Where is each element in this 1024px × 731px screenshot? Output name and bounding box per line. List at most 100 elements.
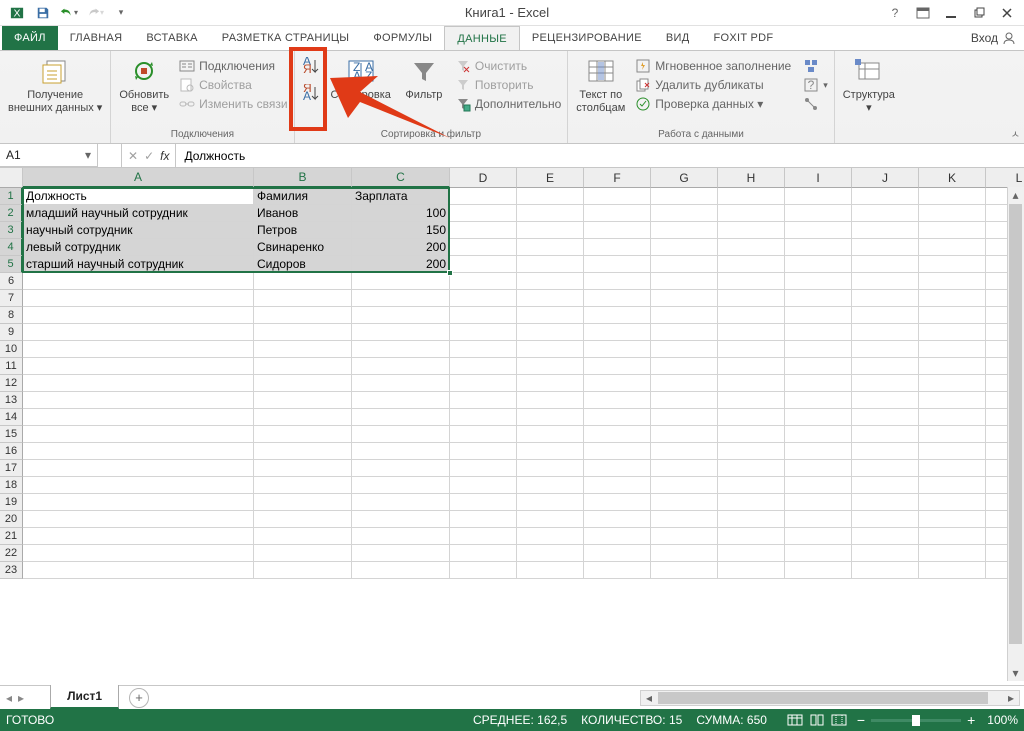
cell[interactable] (517, 290, 584, 307)
row-header-7[interactable]: 7 (0, 290, 23, 307)
ribbon-options-icon[interactable] (910, 3, 936, 23)
scroll-right-icon[interactable]: ▸ (1003, 691, 1019, 705)
cell[interactable] (23, 375, 254, 392)
cell[interactable] (352, 443, 450, 460)
cell[interactable] (852, 273, 919, 290)
cell[interactable] (23, 426, 254, 443)
cell[interactable] (785, 239, 852, 256)
cell[interactable] (852, 205, 919, 222)
tab-formulas[interactable]: ФОРМУЛЫ (361, 26, 444, 50)
get-external-data-button[interactable]: Получение внешних данных ▾ (4, 53, 106, 116)
cell[interactable] (919, 290, 986, 307)
cell[interactable] (254, 358, 352, 375)
cell[interactable] (785, 511, 852, 528)
row-header-4[interactable]: 4 (0, 239, 23, 256)
cell[interactable] (718, 273, 785, 290)
sheet-nav-prev-icon[interactable]: ◂ (4, 691, 14, 705)
cell[interactable] (584, 443, 651, 460)
scroll-up-icon[interactable]: ▴ (1008, 187, 1023, 203)
cell[interactable] (785, 307, 852, 324)
cell[interactable] (517, 409, 584, 426)
undo-icon[interactable]: ▾ (58, 2, 80, 24)
cell[interactable] (584, 290, 651, 307)
cell[interactable] (450, 205, 517, 222)
cell[interactable] (23, 341, 254, 358)
cell[interactable] (517, 477, 584, 494)
cell[interactable] (23, 460, 254, 477)
cells-area[interactable]: ДолжностьФамилияЗарплатамладший научный … (23, 188, 1024, 579)
row-header-6[interactable]: 6 (0, 273, 23, 290)
col-header-J[interactable]: J (852, 168, 919, 188)
cell[interactable] (919, 239, 986, 256)
cell[interactable] (352, 392, 450, 409)
cell[interactable] (584, 375, 651, 392)
cell[interactable]: Петров (254, 222, 352, 239)
cell[interactable] (919, 562, 986, 579)
cell[interactable] (254, 409, 352, 426)
cell[interactable] (852, 426, 919, 443)
cancel-formula-icon[interactable]: ✕ (128, 149, 138, 163)
cell[interactable] (651, 392, 718, 409)
cell[interactable]: Иванов (254, 205, 352, 222)
cell[interactable] (584, 494, 651, 511)
remove-duplicates-button[interactable]: Удалить дубликаты (633, 76, 793, 94)
cell[interactable] (23, 443, 254, 460)
cell[interactable] (450, 239, 517, 256)
cell[interactable]: 150 (352, 222, 450, 239)
cell[interactable] (23, 392, 254, 409)
cell[interactable] (852, 358, 919, 375)
cell[interactable] (584, 528, 651, 545)
cell[interactable] (852, 188, 919, 205)
flash-fill-button[interactable]: Мгновенное заполнение (633, 57, 793, 75)
cell[interactable] (785, 409, 852, 426)
view-page-layout-icon[interactable] (807, 712, 827, 728)
tab-review[interactable]: РЕЦЕНЗИРОВАНИЕ (520, 26, 654, 50)
cell[interactable] (517, 188, 584, 205)
cell[interactable] (651, 290, 718, 307)
cell[interactable] (517, 460, 584, 477)
cell[interactable] (254, 511, 352, 528)
cell[interactable] (254, 392, 352, 409)
cell[interactable] (517, 545, 584, 562)
col-header-F[interactable]: F (584, 168, 651, 188)
cell[interactable] (651, 341, 718, 358)
cell[interactable] (919, 188, 986, 205)
cell[interactable] (651, 324, 718, 341)
cell[interactable] (23, 477, 254, 494)
cell[interactable] (651, 426, 718, 443)
cell[interactable] (254, 324, 352, 341)
row-header-21[interactable]: 21 (0, 528, 23, 545)
cell[interactable] (718, 256, 785, 273)
cell[interactable] (450, 273, 517, 290)
cell[interactable] (785, 324, 852, 341)
cell[interactable] (352, 341, 450, 358)
cell[interactable] (852, 392, 919, 409)
row-header-3[interactable]: 3 (0, 222, 23, 239)
cell[interactable] (852, 341, 919, 358)
cell[interactable] (450, 375, 517, 392)
cell[interactable] (450, 477, 517, 494)
scroll-left-icon[interactable]: ◂ (641, 691, 657, 705)
qat-customize-icon[interactable]: ▾ (110, 2, 132, 24)
cell[interactable] (651, 409, 718, 426)
view-normal-icon[interactable] (785, 712, 805, 728)
insert-function-icon[interactable]: fх (160, 149, 169, 163)
cell[interactable] (651, 443, 718, 460)
cell[interactable] (517, 222, 584, 239)
cell[interactable] (852, 443, 919, 460)
formula-input[interactable]: Должность (176, 144, 1024, 167)
close-icon[interactable] (994, 3, 1020, 23)
cell[interactable]: 100 (352, 205, 450, 222)
cell[interactable] (919, 443, 986, 460)
cell[interactable] (584, 477, 651, 494)
what-if-button[interactable]: ?▾ (801, 76, 830, 94)
cell[interactable] (352, 511, 450, 528)
cell[interactable] (919, 511, 986, 528)
cell[interactable] (852, 256, 919, 273)
save-icon[interactable] (32, 2, 54, 24)
cell[interactable] (517, 256, 584, 273)
cell[interactable] (785, 341, 852, 358)
col-header-I[interactable]: I (785, 168, 852, 188)
cell[interactable] (718, 426, 785, 443)
cell[interactable] (517, 239, 584, 256)
